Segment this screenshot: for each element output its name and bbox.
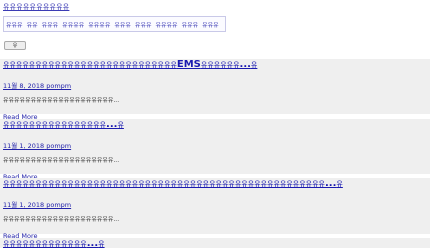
post-excerpt: 유유유유유유유유유유유유유유유유유유유유...	[3, 157, 120, 164]
post-title-tail: 유	[98, 240, 105, 248]
post-title-suffix: 유유유유유유	[200, 61, 240, 69]
post-title-ellipsis: ...	[106, 120, 118, 130]
post-meta-link[interactable]: 11월 8, 2018 pompm	[3, 80, 427, 90]
post-title-link[interactable]: 유유유유유유유유유유유유유...유	[3, 239, 427, 249]
nav-item[interactable]: 유유유	[182, 20, 199, 29]
post-title-text: 유유유유유유유유유유유유유유유유유유유유유유유유유유유유유유유유유유유유유유유유…	[3, 180, 325, 188]
post-meta-link[interactable]: 11월 1, 2018 pompm	[3, 140, 427, 150]
post-card: 유유유유유유유유유유유유유유유유유유유유유유유유유유유EMS유유유유유유...유…	[0, 59, 430, 121]
nav-item[interactable]: 유유유유	[62, 20, 84, 29]
nav-item[interactable]: 유유유	[202, 20, 219, 29]
post-date: 11월 8, 2018	[3, 82, 45, 90]
post-excerpt: 유유유유유유유유유유유유유유유유유유유유...	[3, 216, 120, 223]
nav-item[interactable]: 유유유유	[88, 20, 110, 29]
nav-item[interactable]: 유유	[27, 20, 38, 29]
nav-item[interactable]: 유유유	[42, 20, 59, 29]
nav-item[interactable]: 유유유유	[155, 20, 177, 29]
post-title-ellipsis: ...	[86, 239, 99, 249]
nav-item[interactable]: 유유유	[6, 20, 23, 29]
post-author: pompm	[46, 82, 72, 90]
post-title-tail: 유	[117, 121, 124, 129]
post-excerpt: 유유유유유유유유유유유유유유유유유유유유...	[3, 97, 120, 104]
post-card: 유유유유유유유유유유유유유유유유...유 11월 1, 2018 pompm 유…	[0, 119, 430, 181]
nav-item[interactable]: 유유유	[135, 20, 152, 29]
post-card: 유유유유유유유유유유유유유유유유유유유유유유유유유유유유유유유유유유유유유유유유…	[0, 178, 430, 240]
post-author: pompm	[46, 201, 72, 209]
search-button[interactable]: 유	[4, 41, 26, 50]
post-title-link[interactable]: 유유유유유유유유유유유유유유유유유유유유유유유유유유유유유유유유유유유유유유유유…	[3, 179, 427, 189]
post-author: pompm	[46, 142, 72, 150]
nav-bar: 유유유 유유 유유유 유유유유 유유유유 유유유 유유유 유유유유 유유유 유유…	[3, 16, 226, 32]
post-title-text: 유유유유유유유유유유유유유유유유	[3, 121, 107, 129]
post-title-text: 유유유유유유유유유유유유유유유유유유유유유유유유유유유	[3, 61, 177, 69]
post-title-text: 유유유유유유유유유유유유유	[3, 240, 87, 248]
post-title-tail: 유	[250, 61, 258, 69]
post-title-link[interactable]: 유유유유유유유유유유유유유유유유...유	[3, 120, 427, 130]
post-title-ellipsis: ...	[239, 60, 251, 70]
post-date: 11월 1, 2018	[3, 201, 45, 209]
site-title-link[interactable]: 유유유유유유유유유유	[3, 2, 69, 12]
post-date: 11월 1, 2018	[3, 142, 45, 150]
nav-item[interactable]: 유유유	[114, 20, 131, 29]
post-title-link[interactable]: 유유유유유유유유유유유유유유유유유유유유유유유유유유유EMS유유유유유유...유	[3, 60, 427, 70]
post-meta-link[interactable]: 11월 1, 2018 pompm	[3, 199, 427, 209]
post-card: 유유유유유유유유유유유유유...유	[0, 238, 430, 249]
post-title-ellipsis: ...	[325, 179, 337, 189]
post-title-tail: 유	[336, 180, 343, 188]
post-title-highlight: EMS	[176, 60, 201, 70]
